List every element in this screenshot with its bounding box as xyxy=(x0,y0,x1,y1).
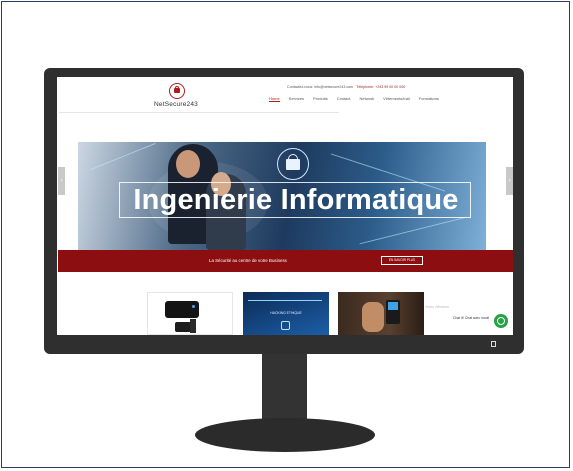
logo-text: NetSecure243 xyxy=(154,101,198,108)
chat-label[interactable]: Chat It! Chat avec nous! xyxy=(451,315,492,321)
lock-icon xyxy=(174,88,180,93)
shield-icon xyxy=(281,321,290,330)
power-button-icon xyxy=(491,341,496,347)
hero-title: Ingenierie Informatique xyxy=(133,184,459,216)
site-logo[interactable]: NetSecure243 xyxy=(147,83,207,113)
banner-text: La Sécurité au centre de votre Business xyxy=(209,258,287,263)
nav-item-produits[interactable]: Produits xyxy=(313,96,328,102)
nav-item-network[interactable]: Network xyxy=(360,96,375,102)
product-card[interactable] xyxy=(147,292,233,335)
nav-item-services[interactable]: Services xyxy=(289,96,304,102)
chevron-left-icon: ‹ xyxy=(60,178,63,184)
card-label: HACKING ETHIQUE xyxy=(270,311,302,315)
service-card-hacking[interactable]: HACKING ETHIQUE xyxy=(243,292,329,335)
product-image xyxy=(165,301,199,318)
contact-email[interactable]: Contactez-nous: info@netsecure243.com xyxy=(287,85,353,89)
monitor-stand-neck xyxy=(262,354,307,426)
padlock-icon xyxy=(286,159,300,170)
chevron-right-icon: › xyxy=(508,178,511,184)
main-nav: Home Services Produits Contact Network V… xyxy=(269,96,439,102)
whatsapp-button[interactable] xyxy=(494,314,508,328)
nav-item-contact[interactable]: Contact xyxy=(337,96,351,102)
keypad-screen xyxy=(388,302,398,310)
hero-person-face xyxy=(176,150,200,178)
hero-circuit-line xyxy=(359,216,467,245)
monitor-screen: Contactez-nous: info@netsecure243.com Té… xyxy=(57,77,513,335)
monitor-stand-base xyxy=(195,418,375,452)
promo-banner: La Sécurité au centre de votre Business … xyxy=(58,250,513,272)
contact-phone[interactable]: Téléphone: +243 99 00 00 000 xyxy=(356,85,405,89)
card-decor-line xyxy=(248,300,322,301)
topbar-contact: Contactez-nous: info@netsecure243.com Té… xyxy=(287,85,405,89)
product-card-access[interactable] xyxy=(338,292,424,335)
header-divider xyxy=(59,112,339,113)
nav-item-home[interactable]: Home xyxy=(269,96,280,102)
nav-item-vetements[interactable]: Vêtements/trail xyxy=(383,96,410,102)
slider-next-button[interactable]: › xyxy=(506,167,513,195)
hero-circuit-line xyxy=(90,142,156,171)
product-image-part xyxy=(175,322,191,332)
whatsapp-icon xyxy=(497,317,505,325)
product-image-part xyxy=(190,319,196,333)
banner-cta-button[interactable]: EN SAVOIR PLUS xyxy=(381,256,423,265)
slider-prev-button[interactable]: ‹ xyxy=(58,167,65,195)
device-led xyxy=(192,305,195,308)
hero-slide: Ingenierie Informatique xyxy=(78,142,486,250)
hand-image xyxy=(362,302,384,332)
card-caption: Vidéo Wireless xyxy=(425,305,449,309)
nav-item-formations[interactable]: Formations xyxy=(419,96,439,102)
